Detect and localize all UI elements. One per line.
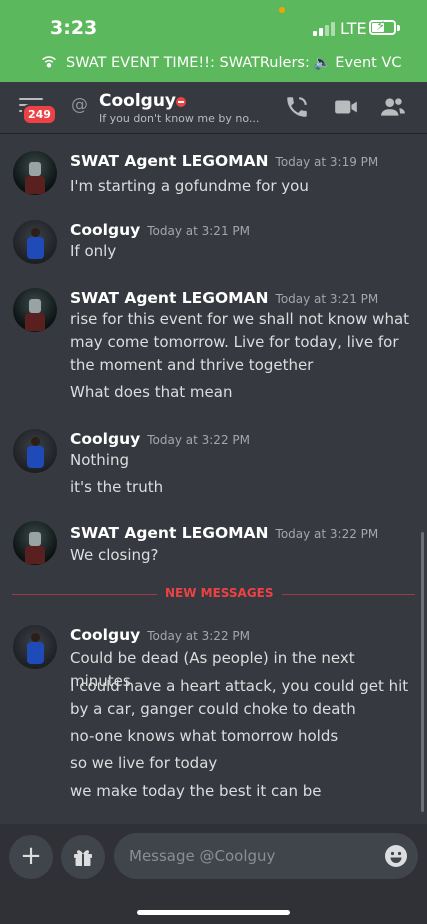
- author-name[interactable]: SWAT Agent LEGOMAN: [70, 289, 269, 307]
- status-bar: 3:23 LTE ⚡ SWAT EVENT TIME!!: SWATRulers…: [0, 0, 427, 82]
- avatar[interactable]: [13, 625, 57, 669]
- message-text: If only: [70, 242, 117, 260]
- video-call-icon[interactable]: [333, 94, 359, 120]
- voice-channel-name: Event VC: [335, 55, 402, 71]
- message-timestamp: Today at 3:22 PM: [275, 527, 379, 541]
- avatar[interactable]: [13, 521, 57, 565]
- message-text: no-one knows what tomorrow holds: [70, 727, 339, 745]
- message-text: rise for this event for we shall not kno…: [70, 310, 410, 374]
- message-author[interactable]: SWAT Agent LEGOMAN Today at 3:19 PM: [70, 152, 378, 170]
- battery-icon: ⚡: [369, 19, 396, 35]
- emoji-icon[interactable]: [384, 844, 408, 868]
- avatar[interactable]: [13, 151, 57, 195]
- message-input[interactable]: [114, 833, 418, 879]
- message-author[interactable]: Coolguy Today at 3:21 PM: [70, 221, 250, 239]
- dnd-status-icon: [176, 97, 186, 107]
- dm-header: 249 @ Coolguy If you don't know me by no…: [0, 82, 427, 134]
- message-timestamp: Today at 3:19 PM: [275, 155, 379, 169]
- at-icon: @: [71, 95, 88, 115]
- message-author[interactable]: Coolguy Today at 3:22 PM: [70, 430, 250, 448]
- scrollbar[interactable]: [421, 532, 424, 812]
- message-composer: +: [0, 824, 427, 924]
- message-text: We closing?: [70, 546, 159, 564]
- add-attachment-button[interactable]: +: [9, 835, 53, 879]
- gift-icon: [74, 850, 92, 866]
- author-name[interactable]: Coolguy: [70, 626, 140, 644]
- privacy-indicator-dot: [279, 7, 285, 13]
- message-text: Nothing: [70, 451, 129, 469]
- network-type: LTE: [340, 19, 367, 38]
- voice-connection-bar[interactable]: SWAT EVENT TIME!!: SWATRulers: 🔈 Event V…: [40, 52, 402, 74]
- clock: 3:23: [50, 17, 98, 39]
- home-indicator: [137, 910, 290, 915]
- message-text: we make today the best it can be: [70, 782, 322, 800]
- avatar[interactable]: [13, 220, 57, 264]
- message-timestamp: Today at 3:22 PM: [147, 629, 250, 643]
- message-author[interactable]: Coolguy Today at 3:22 PM: [70, 626, 250, 644]
- avatar[interactable]: [13, 429, 57, 473]
- gift-button[interactable]: [61, 835, 105, 879]
- message-author[interactable]: SWAT Agent LEGOMAN Today at 3:21 PM: [70, 289, 378, 307]
- custom-status: If you don't know me by no...: [99, 112, 260, 125]
- speaker-icon: 🔈: [313, 55, 332, 71]
- members-icon[interactable]: [380, 94, 406, 120]
- message-text: What does that mean: [70, 383, 233, 401]
- author-name[interactable]: SWAT Agent LEGOMAN: [70, 524, 269, 542]
- author-name[interactable]: Coolguy: [70, 430, 140, 448]
- unread-badge: 249: [22, 104, 57, 125]
- message-list[interactable]: SWAT Agent LEGOMAN Today at 3:19 PM I'm s…: [0, 134, 427, 824]
- author-name[interactable]: SWAT Agent LEGOMAN: [70, 152, 269, 170]
- voice-call-icon[interactable]: [284, 94, 310, 120]
- message-timestamp: Today at 3:22 PM: [147, 433, 250, 447]
- voice-connected-icon: [42, 56, 56, 68]
- message-text: so we live for today: [70, 754, 218, 772]
- message-author[interactable]: SWAT Agent LEGOMAN Today at 3:22 PM: [70, 524, 378, 542]
- author-name[interactable]: Coolguy: [70, 221, 140, 239]
- avatar[interactable]: [13, 288, 57, 332]
- message-timestamp: Today at 3:21 PM: [147, 224, 250, 238]
- cellular-signal-icon: [313, 22, 335, 36]
- voice-channel-text: SWAT EVENT TIME!!: SWATRulers:: [66, 55, 310, 71]
- dm-username[interactable]: Coolguy: [99, 91, 176, 111]
- message-text: it's the truth: [70, 478, 164, 496]
- message-text: I'm starting a gofundme for you: [70, 177, 309, 195]
- new-messages-label: NEW MESSAGES: [157, 586, 282, 600]
- message-text: I could have a heart attack, you could g…: [70, 677, 409, 718]
- message-timestamp: Today at 3:21 PM: [275, 292, 379, 306]
